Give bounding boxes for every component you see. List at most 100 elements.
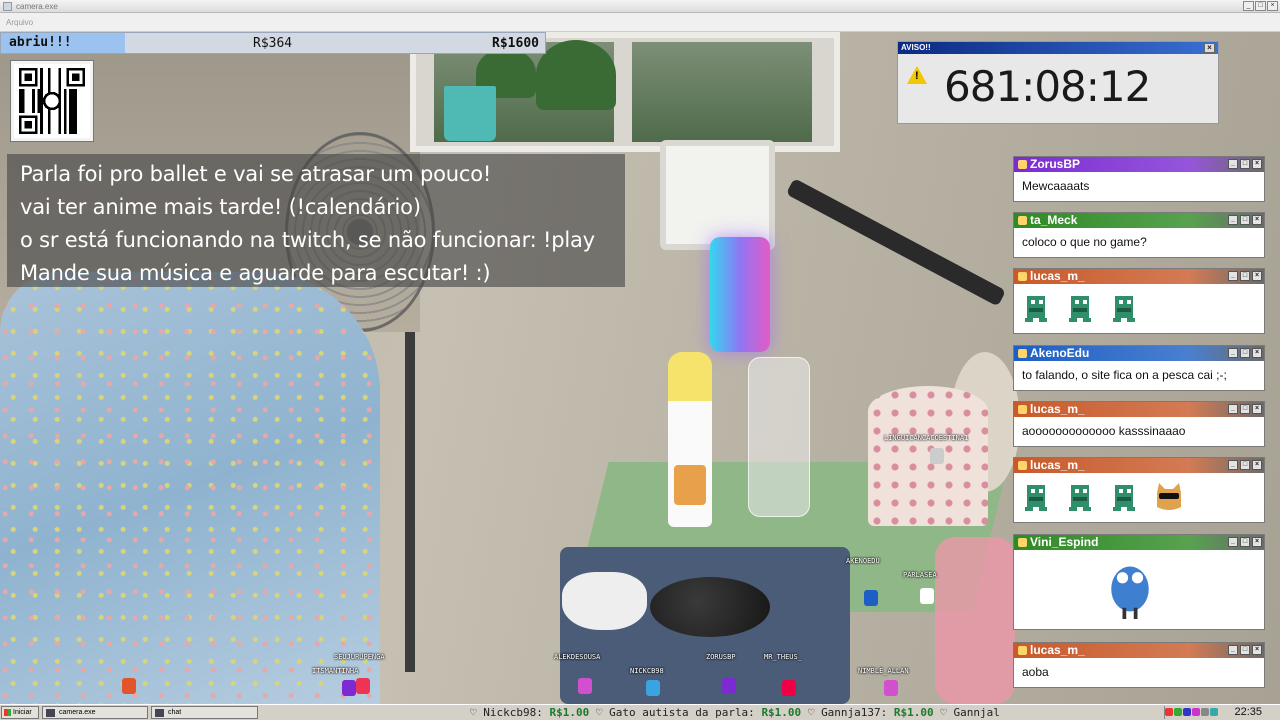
chatter-name: ALEKDESOUSA [554, 653, 601, 661]
chat-message-window: Vini_Espind _ □ × [1013, 534, 1265, 630]
chat-maximize-button[interactable]: □ [1240, 348, 1250, 358]
chat-minimize-button[interactable]: _ [1228, 645, 1238, 655]
chat-minimize-button[interactable]: _ [1228, 159, 1238, 169]
chat-close-button[interactable]: × [1252, 645, 1262, 655]
dino-emote-icon [1065, 481, 1097, 513]
chat-titlebar: ta_Meck _ □ × [1014, 213, 1264, 228]
chatter-sprite-icon [782, 680, 796, 696]
plant-pot [444, 86, 496, 141]
chat-maximize-button[interactable]: □ [1240, 271, 1250, 281]
start-button[interactable]: Iniciar [1, 706, 39, 719]
chat-minimize-button[interactable]: _ [1228, 460, 1238, 470]
dino-emote-icon [1021, 481, 1053, 513]
chat-minimize-button[interactable]: _ [1228, 537, 1238, 547]
cat-emote-icon [1153, 481, 1185, 513]
window-titlebar[interactable]: camera.exe _ □ × [0, 0, 1280, 13]
chatter-name: NICKCB98 [630, 667, 664, 675]
taskbar-item-label: camera.exe [59, 709, 96, 716]
chat-maximize-button[interactable]: □ [1240, 645, 1250, 655]
menu-item-arquivo[interactable]: Arquivo [6, 18, 33, 27]
ticker-amount: R$1.00 [761, 706, 802, 719]
chat-maximize-button[interactable]: □ [1240, 537, 1250, 547]
camera-icon [46, 709, 55, 717]
chat-titlebar: lucas_m_ _ □ × [1014, 643, 1264, 658]
chat-emotes [1014, 473, 1264, 518]
chat-maximize-button[interactable]: □ [1240, 404, 1250, 414]
chat-titlebar: lucas_m_ _ □ × [1014, 402, 1264, 417]
menubar: Arquivo [0, 13, 1280, 32]
chat-minimize-button[interactable]: _ [1228, 215, 1238, 225]
countdown-timer: 681:08:12 [944, 62, 1151, 111]
goal-label: abriu!!! [9, 35, 72, 50]
taskbar-item-label: chat [168, 709, 182, 716]
pink-bottle [935, 537, 1015, 704]
chat-message-text: to falando, o site fica on a pesca cai ;… [1022, 368, 1227, 382]
chat-minimize-button[interactable]: _ [1228, 404, 1238, 414]
chat-username: lucas_m_ [1030, 643, 1085, 657]
chat-minimize-button[interactable]: _ [1228, 348, 1238, 358]
chat-titlebar: lucas_m_ _ □ × [1014, 458, 1264, 473]
tray-icon[interactable] [1210, 708, 1218, 716]
tray-icon[interactable] [1183, 708, 1191, 716]
chat-window-controls: _ □ × [1228, 460, 1262, 470]
tray-icon[interactable] [1192, 708, 1200, 716]
dino-emote-icon [1109, 481, 1141, 513]
chatter-name: PARLASEA [903, 571, 937, 579]
chat-emotes [1014, 284, 1264, 329]
goal-current: R$364 [253, 36, 293, 51]
chat-maximize-button[interactable]: □ [1240, 215, 1250, 225]
chat-minimize-button[interactable]: _ [1228, 271, 1238, 281]
taskbar-item-camera[interactable]: camera.exe [42, 706, 148, 719]
chat-maximize-button[interactable]: □ [1240, 159, 1250, 169]
app-icon [3, 2, 12, 11]
chat-close-button[interactable]: × [1252, 460, 1262, 470]
tray-icon[interactable] [1201, 708, 1209, 716]
tray-icon[interactable] [1165, 708, 1173, 716]
chat-maximize-button[interactable]: □ [1240, 460, 1250, 470]
chatter-name: AKENOEDU [846, 557, 880, 565]
chat-username: ta_Meck [1030, 213, 1078, 227]
chat-message-text: aoba [1022, 665, 1049, 679]
qr-code-icon [11, 61, 93, 141]
ticker-donor: Gannjal [953, 706, 1000, 719]
aviso-close-button[interactable]: × [1204, 43, 1215, 53]
badge-icon [1018, 461, 1027, 470]
plant [536, 40, 616, 110]
taskbar: Iniciar camera.exe chat ♡ Nickcb98: R$1.… [0, 704, 1280, 720]
chat-window-controls: _ □ × [1228, 537, 1262, 547]
window-pane [632, 42, 812, 142]
badge-icon [1018, 646, 1027, 655]
chat-close-button[interactable]: × [1252, 215, 1262, 225]
bird-emote-icon [1100, 556, 1160, 622]
chatter-sprite-icon [864, 590, 878, 606]
close-button[interactable]: × [1267, 1, 1278, 11]
tray-icon[interactable] [1174, 708, 1182, 716]
chat-titlebar: Vini_Espind _ □ × [1014, 535, 1264, 550]
fan-stand [405, 332, 415, 672]
badge-icon [1018, 160, 1027, 169]
chat-close-button[interactable]: × [1252, 159, 1262, 169]
chat-titlebar: lucas_m_ _ □ × [1014, 269, 1264, 284]
chat-close-button[interactable]: × [1252, 271, 1262, 281]
chat-message-window: AkenoEdu _ □ × to falando, o site fica o… [1013, 345, 1265, 391]
announcement-line: Mande sua música e aguarde para escutar!… [20, 261, 491, 285]
chat-username: lucas_m_ [1030, 402, 1085, 416]
chat-close-button[interactable]: × [1252, 404, 1262, 414]
maximize-button[interactable]: □ [1255, 1, 1266, 11]
ticker-heart-icon: ♡ [807, 706, 815, 719]
minimize-button[interactable]: _ [1243, 1, 1254, 11]
chat-username: Vini_Espind [1030, 535, 1099, 549]
chat-username: lucas_m_ [1030, 269, 1085, 283]
ticker-donor: Gato autista da parla: [609, 706, 755, 719]
ticker-donor: Gannja137: [821, 706, 888, 719]
chat-close-button[interactable]: × [1252, 348, 1262, 358]
badge-icon [1018, 349, 1027, 358]
warning-icon: ! [907, 66, 927, 84]
chatter-sprite-icon [920, 588, 934, 604]
chat-close-button[interactable]: × [1252, 537, 1262, 547]
chatter-name: SEUJURUPENGA [334, 653, 385, 661]
ticker-heart-icon: ♡ [595, 706, 603, 719]
chatter-name: NIMBLE_ALLAN [858, 667, 909, 675]
ticker-heart-icon: ♡ [470, 706, 477, 719]
taskbar-item-chat[interactable]: chat [151, 706, 258, 719]
